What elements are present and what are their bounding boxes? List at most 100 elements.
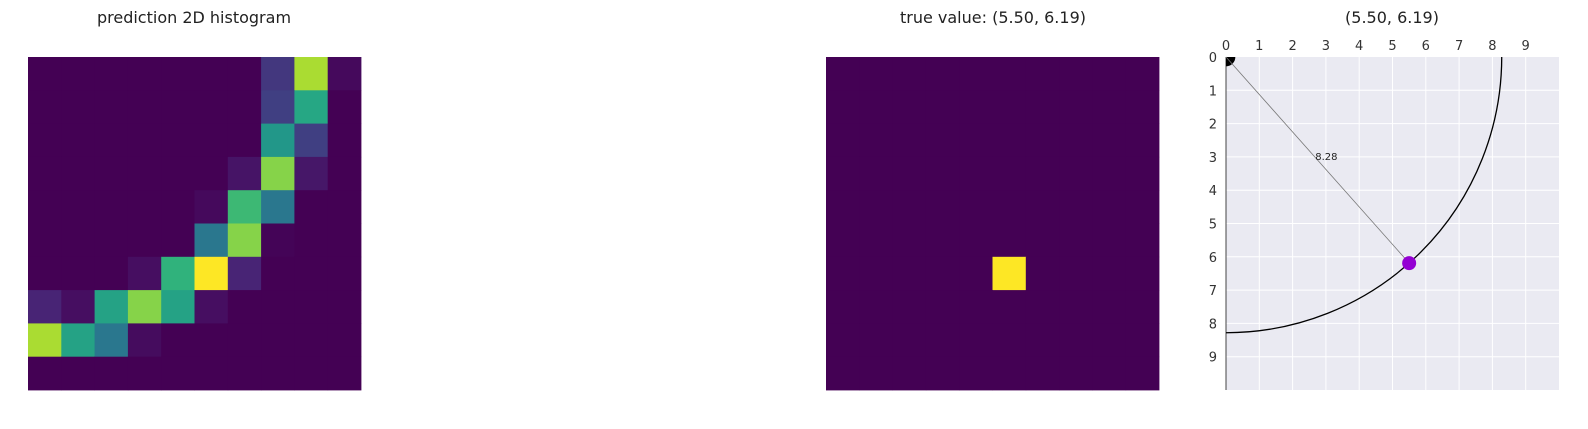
heatmap-cell <box>925 156 960 191</box>
heatmap-cell <box>261 57 295 91</box>
y-tick-label: 9 <box>1209 351 1217 366</box>
prediction-heatmap <box>28 57 362 391</box>
heatmap-cell <box>826 57 860 91</box>
heatmap-cell <box>194 190 229 224</box>
heatmap-cell <box>61 57 95 91</box>
heatmap-cell <box>327 123 362 158</box>
heatmap-cell <box>826 256 860 291</box>
heatmap-cell <box>261 90 295 124</box>
heatmap-cell <box>959 323 993 358</box>
y-tick-label: 5 <box>1209 218 1217 233</box>
heatmap-cell <box>859 256 893 291</box>
heatmap-cell <box>327 323 362 358</box>
heatmap-cell <box>28 190 62 224</box>
heatmap-cell <box>1025 90 1060 124</box>
heatmap-cell <box>1025 156 1060 191</box>
heatmap-cell <box>992 356 1027 391</box>
heatmap-cell <box>127 123 162 158</box>
heatmap-cell <box>127 290 162 324</box>
x-tick-label: 6 <box>1422 39 1430 54</box>
heatmap-cell <box>194 256 229 291</box>
heatmap-cell <box>1125 123 1160 158</box>
heatmap-cell <box>892 123 927 158</box>
heatmap-cell <box>925 223 960 258</box>
heatmap-cell <box>826 90 860 124</box>
heatmap-cell <box>194 223 229 258</box>
y-tick-label: 1 <box>1209 84 1217 99</box>
heatmap-cell <box>1025 223 1060 258</box>
heatmap-cell <box>28 90 62 124</box>
heatmap-cell <box>959 223 993 258</box>
heatmap-cell <box>327 156 362 191</box>
heatmap-cell <box>859 156 893 191</box>
x-tick-label: 2 <box>1288 39 1296 54</box>
heatmap-cell <box>327 290 362 324</box>
heatmap-cell <box>959 57 993 91</box>
heatmap-cell <box>959 256 993 291</box>
y-tick-label: 6 <box>1209 251 1217 266</box>
heatmap-cell <box>959 90 993 124</box>
distance-plot: 0 1 2 3 4 5 6 7 8 9 0 1 2 3 4 5 6 7 8 9 8.28 <box>1209 39 1559 390</box>
heatmap-cell <box>261 356 295 391</box>
heatmap-cell <box>826 123 860 158</box>
heatmap-cell <box>959 190 993 224</box>
panel1-title: prediction 2D histogram <box>97 8 291 27</box>
heatmap-cell <box>1125 290 1160 324</box>
heatmap-cell <box>1025 57 1060 91</box>
heatmap-cell <box>261 123 295 158</box>
heatmap-cell <box>327 190 362 224</box>
heatmap-cell <box>127 57 162 91</box>
panel3-title: (5.50, 6.19) <box>1345 8 1439 27</box>
heatmap-cell <box>294 356 329 391</box>
x-tick-label: 9 <box>1522 39 1530 54</box>
heatmap-cell <box>28 123 62 158</box>
heatmap-cell <box>1125 156 1160 191</box>
heatmap-cell <box>1025 123 1060 158</box>
heatmap-cell <box>28 223 62 258</box>
heatmap-cell <box>61 223 95 258</box>
heatmap-cell <box>94 57 129 91</box>
heatmap-cell <box>1059 190 1093 224</box>
heatmap-cell <box>127 156 162 191</box>
heatmap-cell <box>161 356 195 391</box>
heatmap-cell <box>61 156 95 191</box>
heatmap-cell <box>227 256 262 291</box>
heatmap-cell <box>161 223 195 258</box>
heatmap-cell <box>294 90 329 124</box>
heatmap-cell <box>859 190 893 224</box>
heatmap-cell <box>826 290 860 324</box>
x-tick-label: 0 <box>1222 39 1230 54</box>
heatmap-cell <box>227 190 262 224</box>
heatmap-cell <box>1092 123 1127 158</box>
heatmap-cell <box>127 356 162 391</box>
heatmap-cell <box>327 57 362 91</box>
y-tick-label: 7 <box>1209 284 1217 299</box>
heatmap-cell <box>859 290 893 324</box>
heatmap-cell <box>959 356 993 391</box>
heatmap-cell <box>227 290 262 324</box>
heatmap-cell <box>992 256 1027 291</box>
heatmap-cell <box>892 290 927 324</box>
heatmap-cell <box>1059 290 1093 324</box>
true-point <box>1402 256 1417 271</box>
heatmap-cell <box>94 190 129 224</box>
heatmap-cell <box>61 290 95 324</box>
heatmap-cell <box>925 57 960 91</box>
heatmap-cell <box>294 290 329 324</box>
heatmap-cell <box>28 323 62 358</box>
heatmap-cell <box>1092 256 1127 291</box>
heatmap-cell <box>94 290 129 324</box>
heatmap-cell <box>261 256 295 291</box>
heatmap-cell <box>161 190 195 224</box>
heatmap-cell <box>327 356 362 391</box>
heatmap-cell <box>925 323 960 358</box>
heatmap-cell <box>925 190 960 224</box>
heatmap-cell <box>194 90 229 124</box>
heatmap-cell <box>1125 90 1160 124</box>
heatmap-cell <box>161 323 195 358</box>
heatmap-cell <box>826 323 860 358</box>
heatmap-cell <box>194 123 229 158</box>
heatmap-cell <box>1092 356 1127 391</box>
heatmap-cell <box>959 123 993 158</box>
heatmap-cell <box>892 57 927 91</box>
